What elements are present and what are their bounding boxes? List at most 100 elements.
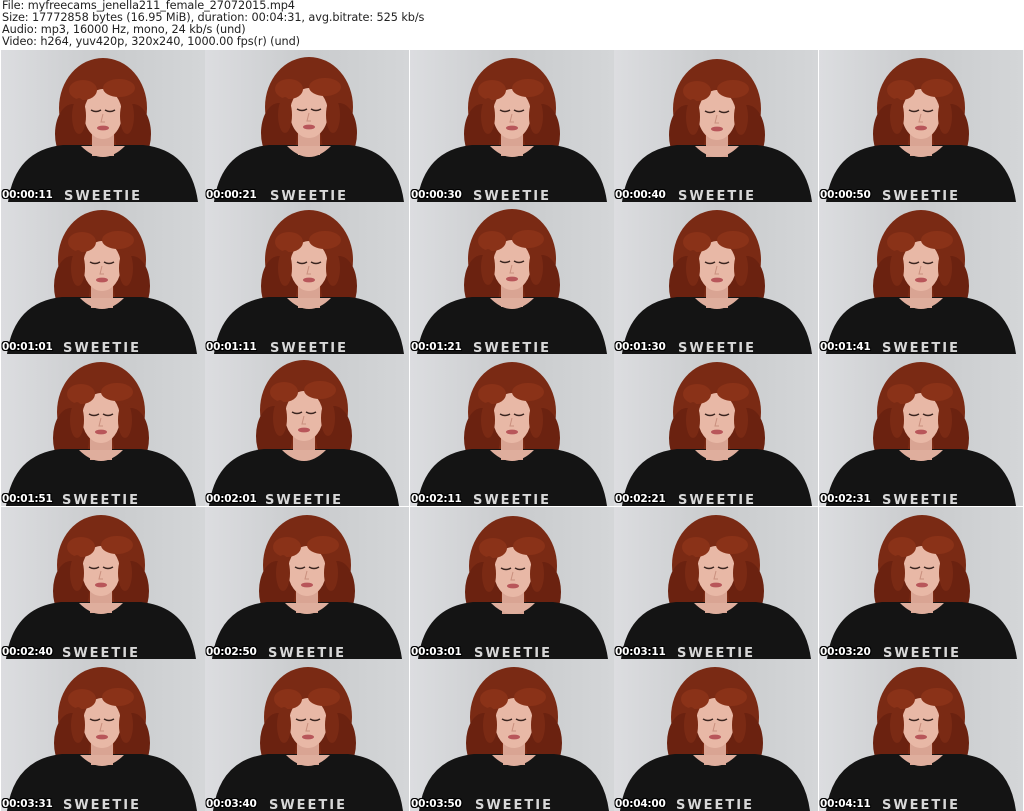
timestamp-label: 00:03:50	[411, 798, 462, 810]
thumbnail-frame-image: SWEETIE	[1, 354, 205, 506]
shirt-print-text: SWEETIE	[270, 189, 348, 202]
shirt-print-text: SWEETIE	[64, 189, 142, 202]
video-thumbnail: SWEETIE 00:04:11	[819, 659, 1023, 811]
thumbnail-frame-image: SWEETIE	[205, 50, 409, 202]
video-thumbnail: SWEETIE 00:02:40	[1, 507, 205, 659]
timestamp-label: 00:03:11	[615, 646, 666, 658]
thumbnail-frame-image: SWEETIE	[205, 202, 409, 354]
thumbnail-frame-image: SWEETIE	[410, 659, 614, 811]
video-thumbnail: SWEETIE 00:03:20	[819, 507, 1023, 659]
thumbnail-frame-image: SWEETIE	[819, 50, 1023, 202]
thumbnail-frame-image: SWEETIE	[614, 50, 818, 202]
video-thumbnail: SWEETIE 00:02:01	[205, 354, 409, 506]
timestamp-label: 00:00:50	[820, 189, 871, 201]
thumbnail-frame-image: SWEETIE	[819, 659, 1023, 811]
video-thumbnail: SWEETIE 00:04:00	[614, 659, 818, 811]
shirt-print-text: SWEETIE	[678, 493, 756, 506]
thumbnail-frame-image: SWEETIE	[819, 507, 1023, 659]
shirt-print-text: SWEETIE	[63, 341, 141, 354]
timestamp-label: 00:02:50	[206, 646, 257, 658]
shirt-print-text: SWEETIE	[676, 798, 754, 811]
thumbnail-frame-image: SWEETIE	[614, 202, 818, 354]
timestamp-label: 00:03:40	[206, 798, 257, 810]
video-thumbnail: SWEETIE 00:00:50	[819, 50, 1023, 202]
timestamp-label: 00:00:11	[2, 189, 53, 201]
timestamp-label: 00:02:21	[615, 493, 666, 505]
timestamp-label: 00:01:51	[2, 493, 53, 505]
video-thumbnail: SWEETIE 00:03:50	[410, 659, 614, 811]
file-info-header: File: myfreecams_jenella211_female_27072…	[0, 0, 1024, 50]
shirt-print-text: SWEETIE	[268, 646, 346, 659]
shirt-print-text: SWEETIE	[882, 798, 960, 811]
shirt-print-text: SWEETIE	[475, 798, 553, 811]
thumbnail-frame-image: SWEETIE	[819, 354, 1023, 506]
timestamp-label: 00:03:31	[2, 798, 53, 810]
video-thumbnail: SWEETIE 00:00:11	[1, 50, 205, 202]
thumbnail-frame-image: SWEETIE	[614, 659, 818, 811]
video-thumbnail: SWEETIE 00:02:11	[410, 354, 614, 506]
video-thumbnail: SWEETIE 00:01:41	[819, 202, 1023, 354]
timestamp-label: 00:01:11	[206, 341, 257, 353]
timestamp-label: 00:02:11	[411, 493, 462, 505]
timestamp-label: 00:04:00	[615, 798, 666, 810]
timestamp-label: 00:00:30	[411, 189, 462, 201]
video-thumbnail: SWEETIE 00:02:21	[614, 354, 818, 506]
thumbnail-frame-image: SWEETIE	[1, 202, 205, 354]
video-thumbnail: SWEETIE 00:03:40	[205, 659, 409, 811]
thumbnail-frame-image: SWEETIE	[614, 507, 818, 659]
video-thumbnail: SWEETIE 00:01:11	[205, 202, 409, 354]
shirt-print-text: SWEETIE	[677, 646, 755, 659]
shirt-print-text: SWEETIE	[883, 646, 961, 659]
thumbnail-frame-image: SWEETIE	[819, 202, 1023, 354]
video-thumbnail: SWEETIE 00:02:31	[819, 354, 1023, 506]
thumbnail-frame-image: SWEETIE	[1, 659, 205, 811]
shirt-print-text: SWEETIE	[62, 493, 140, 506]
timestamp-label: 00:02:01	[206, 493, 257, 505]
video-thumbnail: SWEETIE 00:03:11	[614, 507, 818, 659]
timestamp-label: 00:01:30	[615, 341, 666, 353]
shirt-print-text: SWEETIE	[473, 189, 551, 202]
thumbnail-frame-image: SWEETIE	[410, 354, 614, 506]
shirt-print-text: SWEETIE	[270, 341, 348, 354]
thumbnail-grid: SWEETIE 00:00:11 SWEETIE 00:00:21 SWEETIE 00:…	[1, 50, 1024, 811]
shirt-print-text: SWEETIE	[62, 646, 140, 659]
timestamp-label: 00:02:40	[2, 646, 53, 658]
video-thumbnail: SWEETIE 00:00:40	[614, 50, 818, 202]
video-thumbnail: SWEETIE 00:02:50	[205, 507, 409, 659]
video-info-line: Video: h264, yuv420p, 320x240, 1000.00 f…	[2, 35, 300, 48]
video-thumbnail: SWEETIE 00:03:01	[410, 507, 614, 659]
shirt-print-text: SWEETIE	[474, 646, 552, 659]
timestamp-label: 00:01:21	[411, 341, 462, 353]
shirt-print-text: SWEETIE	[882, 493, 960, 506]
video-thumbnail: SWEETIE 00:01:21	[410, 202, 614, 354]
thumbnail-frame-image: SWEETIE	[205, 354, 409, 506]
shirt-print-text: SWEETIE	[473, 341, 551, 354]
shirt-print-text: SWEETIE	[473, 493, 551, 506]
video-thumbnail: SWEETIE 00:00:30	[410, 50, 614, 202]
video-thumbnail: SWEETIE 00:01:30	[614, 202, 818, 354]
shirt-print-text: SWEETIE	[882, 189, 960, 202]
thumbnail-frame-image: SWEETIE	[410, 50, 614, 202]
timestamp-label: 00:00:40	[615, 189, 666, 201]
shirt-print-text: SWEETIE	[678, 189, 756, 202]
timestamp-label: 00:04:11	[820, 798, 871, 810]
thumbnail-frame-image: SWEETIE	[205, 507, 409, 659]
shirt-print-text: SWEETIE	[269, 798, 347, 811]
shirt-print-text: SWEETIE	[882, 341, 960, 354]
thumbnail-frame-image: SWEETIE	[1, 50, 205, 202]
thumbnail-frame-image: SWEETIE	[410, 507, 614, 659]
timestamp-label: 00:01:41	[820, 341, 871, 353]
shirt-print-text: SWEETIE	[265, 493, 343, 506]
shirt-print-text: SWEETIE	[678, 341, 756, 354]
video-thumbnail: SWEETIE 00:01:01	[1, 202, 205, 354]
video-thumbnail: SWEETIE 00:00:21	[205, 50, 409, 202]
timestamp-label: 00:01:01	[2, 341, 53, 353]
timestamp-label: 00:00:21	[206, 189, 257, 201]
timestamp-label: 00:02:31	[820, 493, 871, 505]
thumbnail-frame-image: SWEETIE	[205, 659, 409, 811]
thumbnail-frame-image: SWEETIE	[410, 202, 614, 354]
video-thumbnail: SWEETIE 00:03:31	[1, 659, 205, 811]
thumbnail-frame-image: SWEETIE	[614, 354, 818, 506]
video-thumbnail: SWEETIE 00:01:51	[1, 354, 205, 506]
shirt-print-text: SWEETIE	[63, 798, 141, 811]
